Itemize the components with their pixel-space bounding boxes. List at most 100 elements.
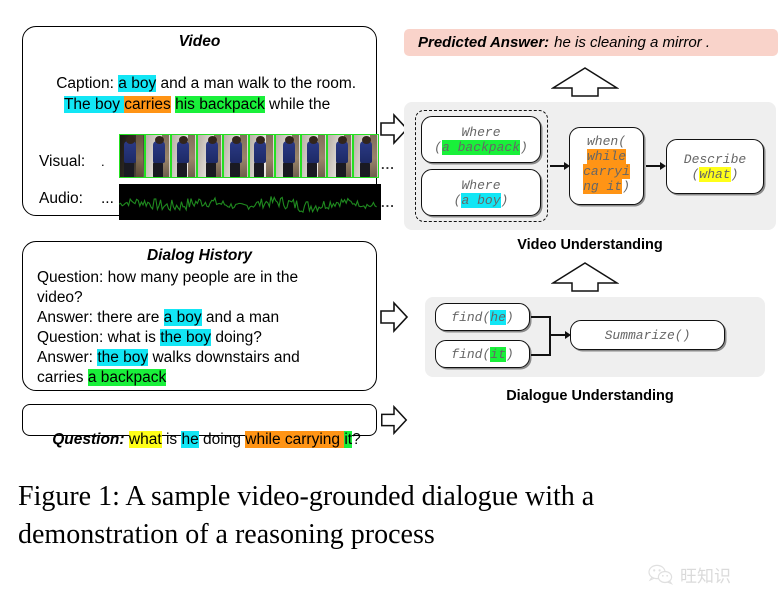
visual-prefix-dots: . xyxy=(101,154,105,169)
node-describe-line1: Describe xyxy=(683,151,747,167)
video-frame xyxy=(249,134,275,178)
watermark: 旺知识 xyxy=(648,562,731,587)
connector-findit-h xyxy=(531,354,551,356)
dialog-highlight: the boy xyxy=(97,349,149,366)
video-frame xyxy=(327,134,353,178)
video-frame xyxy=(197,134,223,178)
dialog-line-text: Answer: there are xyxy=(37,309,164,326)
dialog-line: carries a backpack xyxy=(37,368,369,388)
video-frame xyxy=(145,134,171,178)
figure-caption-line1: Figure 1: A sample video-grounded dialog… xyxy=(18,481,595,512)
video-frame xyxy=(353,134,379,178)
wechat-icon xyxy=(648,564,674,585)
audio-waveform xyxy=(118,184,381,220)
node-where-boy-line1: Where xyxy=(461,177,501,193)
node-where-backpack-line1: Where xyxy=(461,124,501,140)
video-panel: Video Caption: a boy and a man walk to t… xyxy=(22,26,394,220)
question-seg-doing: doing xyxy=(198,431,246,448)
video-frame-strip xyxy=(119,134,379,178)
predicted-answer-label: Predicted Answer: xyxy=(418,34,550,51)
watermark-text: 旺知识 xyxy=(680,567,731,587)
video-frame xyxy=(119,134,145,178)
node-when-l3: carryi xyxy=(583,164,630,179)
node-summarize[interactable]: Summarize() xyxy=(570,320,725,350)
video-panel-title: Video xyxy=(178,33,221,50)
dialog-line-text: video? xyxy=(37,289,83,306)
video-frame xyxy=(275,134,301,178)
video-frame xyxy=(223,134,249,178)
caption-text-rest2: while the xyxy=(264,96,331,113)
node-where-boy-line2: (a boy) xyxy=(453,192,509,208)
figure-caption: Figure 1: A sample video-grounded dialog… xyxy=(18,478,766,554)
dialog-line-text: Question: how many people are in the xyxy=(37,269,299,286)
dialog-history-panel: Dialog History Question: how many people… xyxy=(22,241,377,391)
question-mark: ? xyxy=(352,431,361,448)
question-highlight-he: he xyxy=(181,431,199,448)
dialog-line-text: Question: what is xyxy=(37,329,161,346)
node-when[interactable]: when( while carryi ng it) xyxy=(569,127,644,205)
question-panel: Question: what is he doing while carryin… xyxy=(22,404,377,448)
node-find-it-text: find(it) xyxy=(451,346,514,362)
dialog-highlight: the boy xyxy=(160,329,212,346)
node-where-boy-arg: a boy xyxy=(461,192,501,208)
dialog-lines: Question: how many people are in the vide… xyxy=(37,268,369,388)
node-when-l4: ng it) xyxy=(583,179,630,194)
audio-value: ... xyxy=(101,190,114,207)
dialog-line: video? xyxy=(37,288,369,308)
caption-highlight-the-boy: The boy xyxy=(63,96,125,113)
predicted-answer-bar: Predicted Answer: he is cleaning a mirro… xyxy=(404,29,778,56)
question-highlight-while-carrying: while carrying xyxy=(245,431,345,448)
node-find-it-arg: it xyxy=(490,346,506,362)
node-find-it[interactable]: find(it) xyxy=(435,340,530,368)
node-find-he-text: find(he) xyxy=(451,309,514,325)
arrow-up-to-video-understanding xyxy=(551,262,619,292)
node-summarize-text: Summarize() xyxy=(604,327,691,343)
question-highlight-it: it xyxy=(344,431,353,448)
audio-waveform-svg xyxy=(118,196,377,214)
caption-highlight-carries: carries xyxy=(124,96,171,113)
dialog-line: Question: how many people are in the xyxy=(37,268,369,288)
node-describe-line2: (what) xyxy=(691,166,739,182)
video-caption-line2: The boy carries his backpack while the xyxy=(47,75,330,135)
predicted-answer-text: he is cleaning a mirror . xyxy=(554,34,711,51)
node-find-he[interactable]: find(he) xyxy=(435,303,530,331)
figure-caption-line2: demonstration of a reasoning process xyxy=(18,519,435,550)
node-where-backpack-arg: a backpack xyxy=(441,139,520,155)
dialog-line: Answer: there are a boy and a man xyxy=(37,308,369,328)
dialog-highlight: a boy xyxy=(163,309,202,326)
connector-findhe-h xyxy=(531,316,551,318)
visual-label: Visual: xyxy=(39,153,86,170)
dialogue-understanding-caption: Dialogue Understanding xyxy=(506,388,674,404)
node-where-a-backpack[interactable]: Where (a backpack) xyxy=(421,116,541,163)
audio-trailing-dots: ... xyxy=(381,195,395,210)
node-where-backpack-line2: (a backpack) xyxy=(434,139,528,155)
question-highlight-what: what xyxy=(128,431,162,448)
node-when-l1: when( xyxy=(586,134,626,149)
node-describe[interactable]: Describe (what) xyxy=(666,139,764,194)
dialog-line-text: carries xyxy=(37,369,88,386)
visual-trailing-dots: ... xyxy=(381,157,395,172)
dialog-line: Question: what is the boy doing? xyxy=(37,328,369,348)
arrow-up-to-answer xyxy=(551,67,619,97)
audio-label: Audio: xyxy=(39,190,83,207)
node-describe-arg: what xyxy=(699,166,731,182)
dialog-panel-title: Dialog History xyxy=(146,247,253,264)
video-frame xyxy=(171,134,197,178)
node-when-l2: while xyxy=(586,149,626,164)
dialog-line-text: Answer: xyxy=(37,349,98,366)
caption-highlight-his-backpack: his backpack xyxy=(175,96,265,113)
arrow-right-dialog xyxy=(380,300,409,334)
node-find-he-arg: he xyxy=(490,309,506,325)
dialog-highlight: a backpack xyxy=(87,369,167,386)
question-line: Question: what is he doing while carryin… xyxy=(35,410,361,470)
question-label: Question: xyxy=(52,431,125,448)
arrow-right-question xyxy=(381,404,408,436)
dialog-line: Answer: the boy walks downstairs and xyxy=(37,348,369,368)
dialog-line-suffix: and a man xyxy=(201,309,280,326)
video-understanding-caption: Video Understanding xyxy=(517,237,663,253)
dialog-line-suffix: walks downstairs and xyxy=(148,349,300,366)
video-frame xyxy=(301,134,327,178)
dialog-line-suffix: doing? xyxy=(211,329,262,346)
node-where-a-boy[interactable]: Where (a boy) xyxy=(421,169,541,216)
question-seg-is: is xyxy=(161,431,182,448)
